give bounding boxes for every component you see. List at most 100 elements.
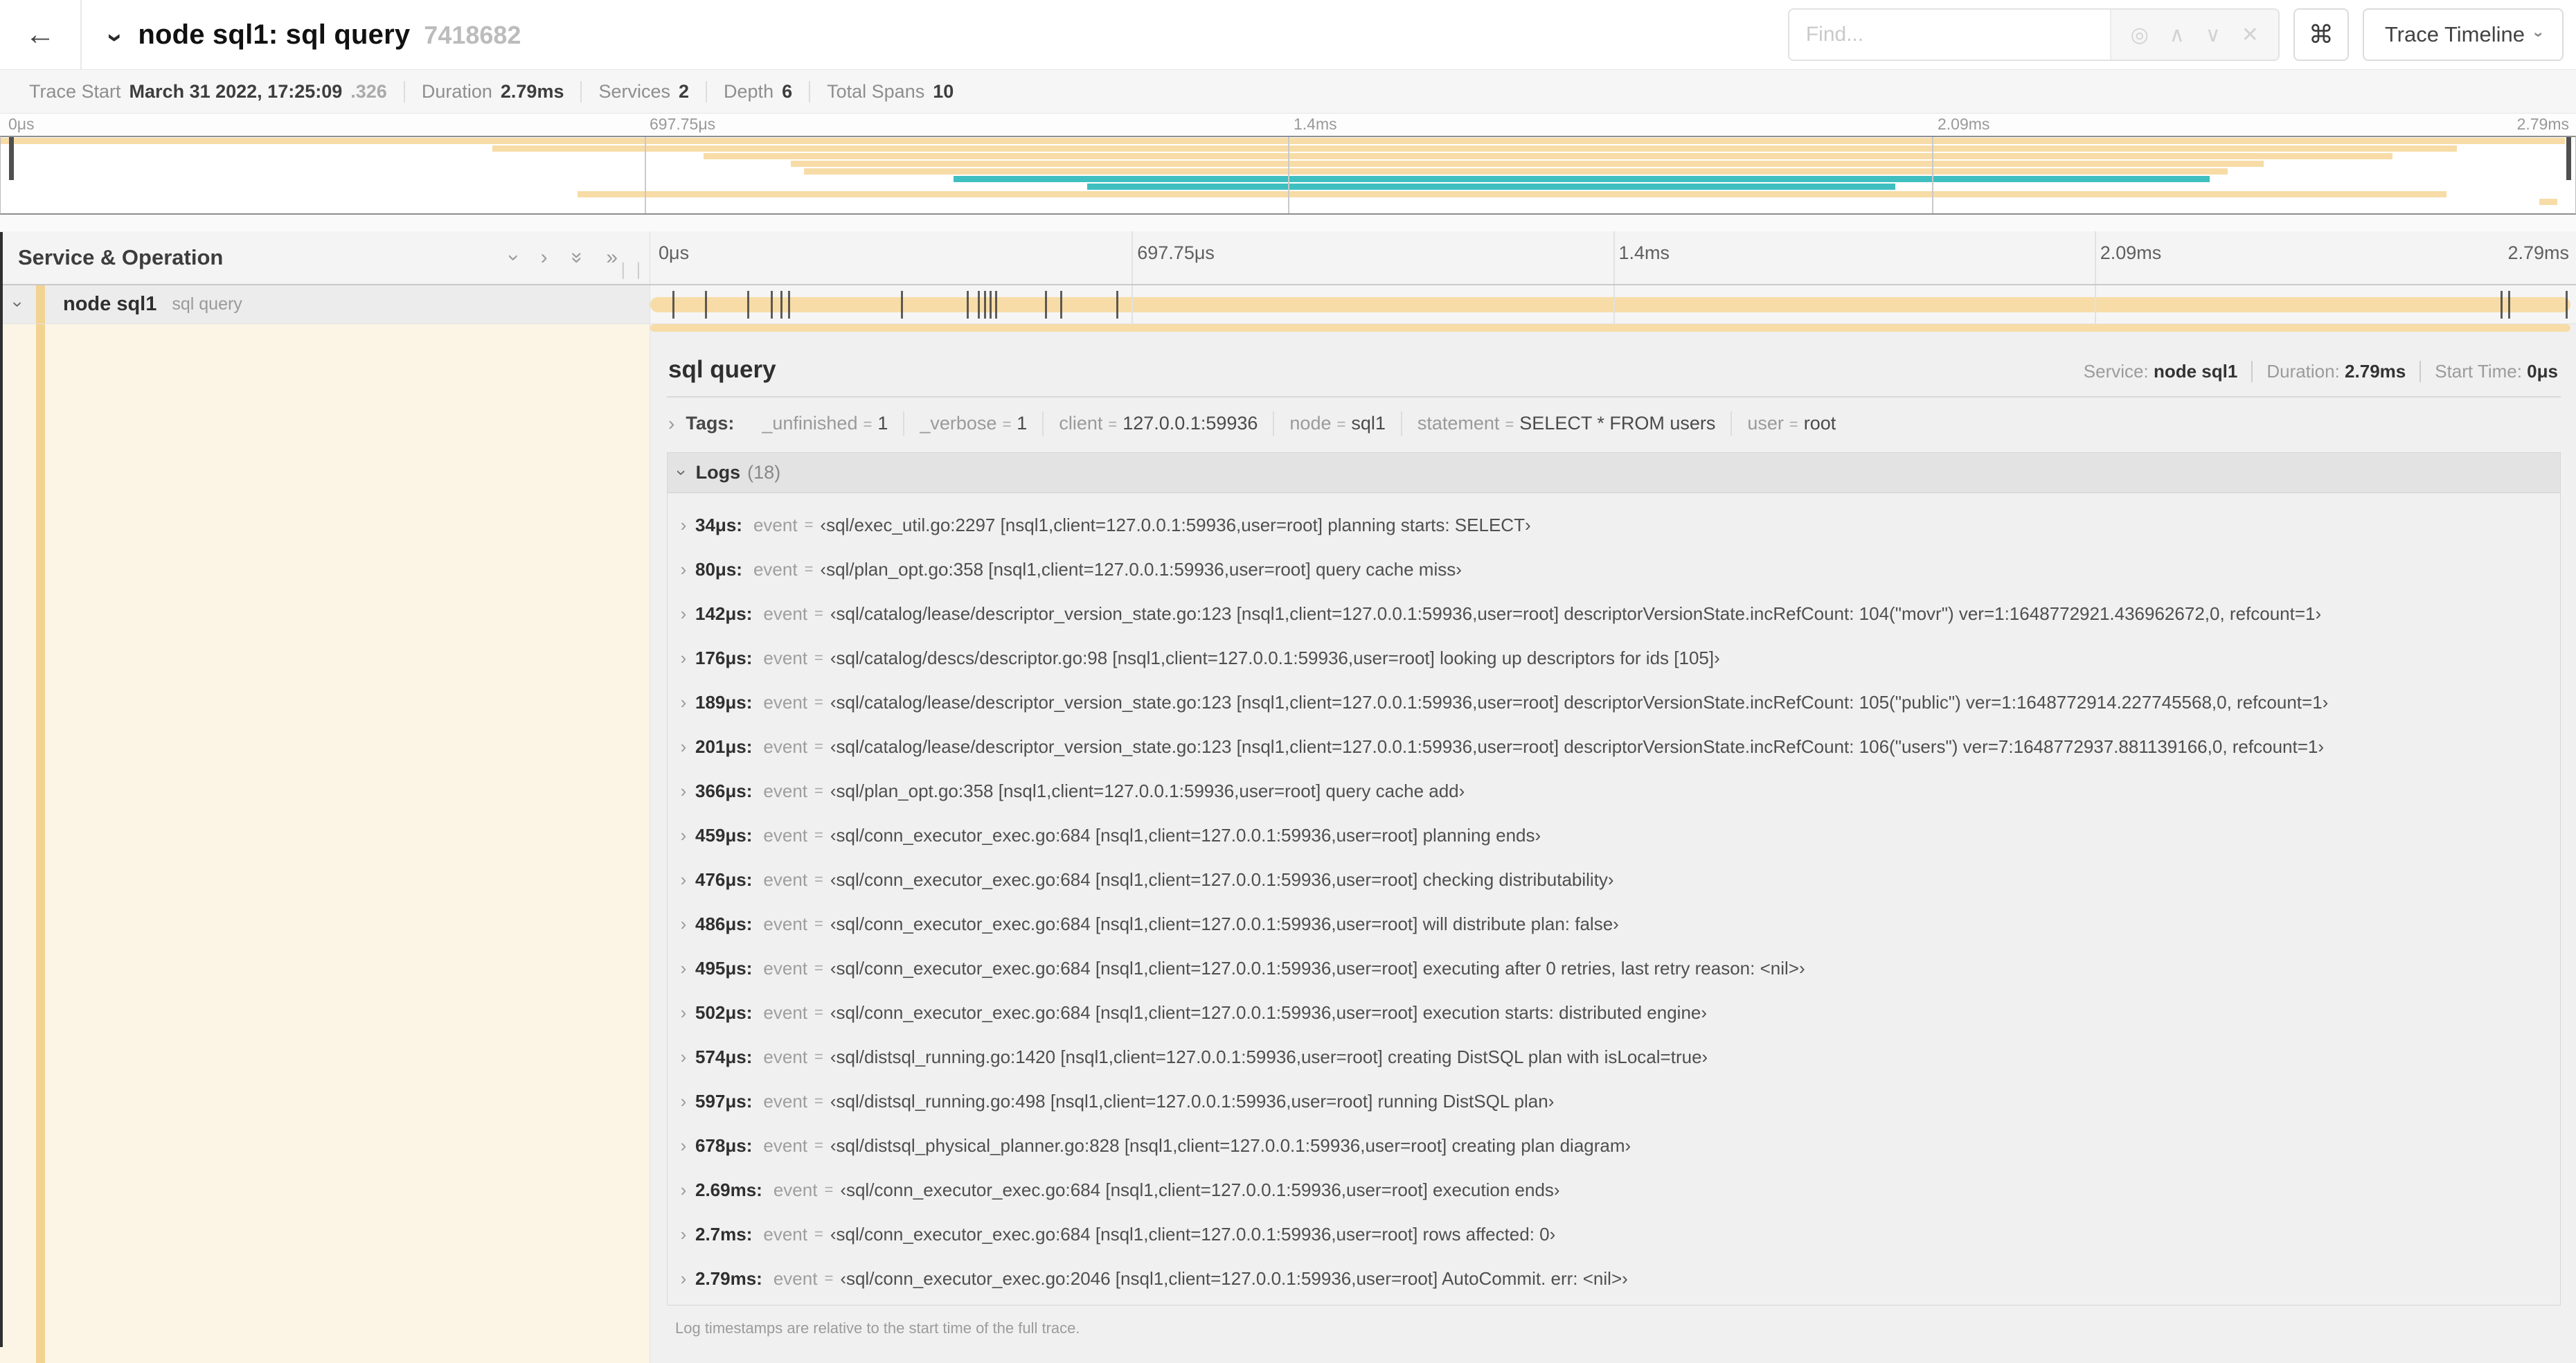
gridline [1613, 231, 1615, 284]
trace-timeline-dropdown[interactable]: Trace Timeline › [2362, 8, 2564, 61]
log-marker-tick[interactable] [672, 291, 675, 319]
expand-one-icon[interactable]: › [541, 246, 548, 269]
collapse-one-icon[interactable]: › [502, 254, 526, 261]
gridline [2094, 231, 2096, 284]
log-entry[interactable]: › 2.79ms: event = ‹sql/conn_executor_exec.go… [672, 1256, 2560, 1301]
minimap-canvas[interactable] [0, 136, 2576, 215]
trace-meta-item: Total Spans 10 [827, 80, 954, 102]
log-marker-tick[interactable] [983, 291, 986, 319]
span-expander-chevron-icon[interactable]: › [8, 287, 29, 323]
collapse-trace-chevron-icon[interactable]: › [100, 33, 131, 42]
chevron-right-icon: › [680, 514, 687, 535]
log-marker-tick[interactable] [966, 291, 969, 319]
log-entry[interactable]: › 2.69ms: event = ‹sql/conn_executor_exec.go… [672, 1168, 2560, 1212]
chevron-right-icon: › [680, 736, 687, 757]
minimap-left-handle[interactable] [9, 137, 14, 180]
log-marker-tick[interactable] [787, 291, 790, 319]
log-entry[interactable]: › 574μs: event = ‹sql/distsql_running.go:142… [672, 1035, 2560, 1079]
log-marker-tick[interactable] [2566, 291, 2568, 319]
trace-meta-bar: Trace Start March 31 2022, 17:25:09.326 Du… [0, 69, 2576, 114]
log-entry[interactable]: › 142μs: event = ‹sql/catalog/lease/descript… [672, 591, 2560, 636]
span-duration-bar[interactable] [650, 297, 2570, 312]
logs-header[interactable]: › Logs (18) [668, 453, 2560, 493]
log-marker-tick[interactable] [995, 291, 998, 319]
span-color-stripe [36, 285, 45, 323]
span-detail-card: sql query Service: node sql1 Duration: 2… [650, 332, 2576, 1363]
clear-search-icon[interactable]: ✕ [2242, 23, 2259, 47]
log-marker-tick[interactable] [989, 291, 992, 319]
timeline-ruler: 0μs 697.75μs 1.4ms 2.09ms 2.79ms [650, 231, 2576, 284]
chevron-right-icon: › [680, 913, 687, 934]
span-detail-row: sql query Service: node sql1 Duration: 2… [0, 324, 2576, 1363]
minimap-time-labels: 0μs 697.75μs 1.4ms 2.09ms 2.79ms [0, 114, 2576, 136]
log-entry[interactable]: › 678μs: event = ‹sql/distsql_physical_plann… [672, 1123, 2560, 1168]
log-marker-tick[interactable] [2508, 291, 2511, 319]
trace-title: node sql1: sql query [138, 19, 411, 50]
gridline [644, 137, 646, 213]
detail-operation-title: sql query [668, 356, 776, 383]
log-entry[interactable]: › 597μs: event = ‹sql/distsql_running.go:498… [672, 1079, 2560, 1123]
prev-result-icon[interactable]: ∧ [2170, 23, 2185, 47]
trace-meta-item: Depth 6 [707, 80, 811, 103]
span-operation-name: sql query [172, 294, 242, 314]
column-resizer-handle[interactable]: ❘❘ [616, 260, 647, 280]
find-input[interactable] [1789, 10, 2110, 60]
log-entry[interactable]: › 189μs: event = ‹sql/catalog/lease/descript… [672, 680, 2560, 724]
log-entry[interactable]: › 476μs: event = ‹sql/conn_executor_exec.go:… [672, 857, 2560, 902]
collapse-all-icon[interactable]: » [565, 252, 589, 264]
trace-meta-item: Trace Start March 31 2022, 17:25:09.326 [12, 80, 405, 103]
log-entry[interactable]: › 502μs: event = ‹sql/conn_executor_exec.go:… [672, 990, 2560, 1035]
trace-meta-item: Duration 2.79ms [405, 80, 582, 103]
trace-id: 7418682 [424, 20, 521, 49]
app-header: ← › node sql1: sql query 7418682 ◎ ∧ ∨ ✕… [0, 0, 2576, 69]
trace-meta-item: Services 2 [582, 80, 708, 103]
log-entry[interactable]: › 201μs: event = ‹sql/catalog/lease/descript… [672, 724, 2560, 769]
time-scale-label: 2.09ms [2100, 242, 2162, 263]
log-entry[interactable]: › 495μs: event = ‹sql/conn_executor_exec.go:… [672, 946, 2560, 990]
chevron-right-icon: › [680, 957, 687, 979]
service-operation-header: Service & Operation › › » » ❘❘ [0, 231, 650, 284]
gridline [1288, 137, 1289, 213]
log-entry[interactable]: › 80μs: event = ‹sql/plan_opt.go:358 [nsql1,… [672, 547, 2560, 591]
detail-header: sql query Service: node sql1 Duration: 2… [667, 346, 2561, 396]
logs-note: Log timestamps are relative to the start… [675, 1319, 1080, 1337]
log-entry[interactable]: › 486μs: event = ‹sql/conn_executor_exec.go:… [672, 902, 2560, 946]
log-marker-tick[interactable] [1045, 291, 1048, 319]
time-scale-label: 2.09ms [1938, 115, 1990, 133]
locate-icon[interactable]: ◎ [2131, 23, 2149, 47]
log-entry[interactable]: › 2.7ms: event = ‹sql/conn_executor_exec.go:… [672, 1212, 2560, 1256]
span-color-stripe [36, 324, 45, 1363]
log-marker-tick[interactable] [1060, 291, 1063, 319]
log-marker-tick[interactable] [978, 291, 981, 319]
span-service-name: node sql1 [63, 293, 157, 315]
time-scale-label: 1.4ms [1618, 242, 1670, 263]
minimap-right-handle[interactable] [2566, 137, 2571, 180]
log-marker-tick[interactable] [747, 291, 750, 319]
chevron-right-icon: › [680, 603, 687, 624]
tags-accordion[interactable]: › Tags: _unfinished = 1 _verbose = 1 client = 12… [667, 398, 2561, 448]
log-marker-tick[interactable] [705, 291, 708, 319]
next-result-icon[interactable]: ∨ [2206, 23, 2221, 47]
span-row-label[interactable]: › node sql1 sql query [0, 285, 650, 323]
tag-pill: client = 127.0.0.1:59936 [1044, 411, 1275, 436]
log-marker-tick[interactable] [1116, 291, 1118, 319]
keyboard-shortcuts-button[interactable]: ⌘ [2293, 8, 2349, 61]
chevron-right-icon: › [680, 1134, 687, 1156]
log-entry[interactable]: › 366μs: event = ‹sql/plan_opt.go:358 [nsql1… [672, 769, 2560, 813]
gridline [1931, 137, 1933, 213]
header-toolbar: ◎ ∧ ∨ ✕ ⌘ Trace Timeline › [1787, 8, 2576, 61]
chevron-right-icon: › [680, 868, 687, 890]
window-left-edge [0, 232, 3, 1347]
log-entry[interactable]: › 34μs: event = ‹sql/exec_util.go:2297 [nsql… [672, 503, 2560, 547]
span-row-timeline[interactable] [650, 285, 2576, 323]
log-marker-tick[interactable] [901, 291, 904, 319]
trace-title-group: › node sql1: sql query 7418682 [100, 19, 521, 51]
log-entry[interactable]: › 176μs: event = ‹sql/catalog/descs/descript… [672, 636, 2560, 680]
log-marker-tick[interactable] [2501, 291, 2503, 319]
log-marker-tick[interactable] [780, 291, 782, 319]
log-entry[interactable]: › 459μs: event = ‹sql/conn_executor_exec.go:… [672, 813, 2560, 857]
back-button[interactable]: ← [0, 0, 82, 69]
time-scale-label: 0μs [659, 242, 690, 263]
tag-pill: statement = SELECT * FROM users [1402, 411, 1733, 436]
log-marker-tick[interactable] [770, 291, 773, 319]
